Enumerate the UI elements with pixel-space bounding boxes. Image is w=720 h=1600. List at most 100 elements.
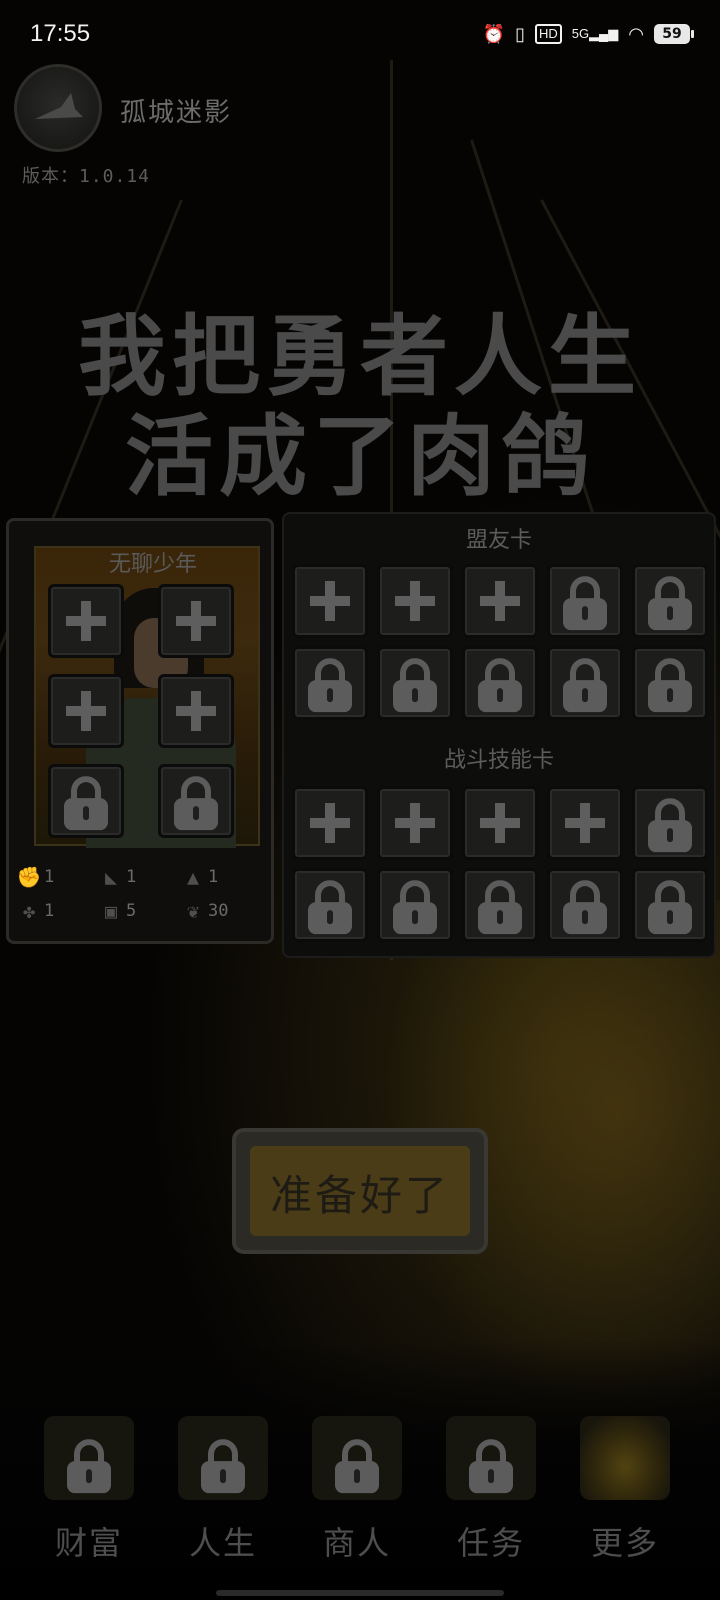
- stat-value: 1: [44, 867, 55, 887]
- alarm-icon: ⏰: [482, 24, 506, 44]
- ready-button[interactable]: 准备好了: [232, 1128, 488, 1254]
- lock-icon: [469, 1439, 513, 1494]
- lock-icon: [478, 880, 522, 935]
- plus-icon: [176, 601, 216, 641]
- plus-icon: [395, 803, 435, 843]
- status-bar: 17:55 ⏰ ▯ HD 5G▂▄▆ ◠ 59: [0, 0, 720, 70]
- skill-card-slot[interactable]: [462, 786, 538, 860]
- home-indicator[interactable]: [216, 1590, 504, 1596]
- plus-icon: [176, 691, 216, 731]
- character-slot[interactable]: [48, 764, 124, 838]
- lock-icon: [563, 576, 607, 631]
- lock-icon: [335, 1439, 379, 1494]
- wings-icon: ❦: [186, 899, 200, 923]
- nav-label: 任务: [456, 1524, 525, 1562]
- ally-card-slot[interactable]: [462, 646, 538, 720]
- lock-icon: [648, 658, 692, 713]
- plus-icon: [66, 691, 106, 731]
- lock-icon: [563, 880, 607, 935]
- character-stat: ❦ 30: [180, 899, 229, 923]
- nav-item-wealth[interactable]: 财富: [24, 1406, 154, 1586]
- bottom-nav: 财富 人生 商人 任务 更多: [0, 1406, 720, 1600]
- stat-value: 5: [126, 901, 137, 921]
- ally-card-slot[interactable]: [462, 564, 538, 638]
- plus-icon: [66, 601, 106, 641]
- character-slot[interactable]: [158, 674, 234, 748]
- nav-label: 财富: [54, 1524, 123, 1562]
- skill-card-slot[interactable]: [377, 786, 453, 860]
- character-name: 无聊少年: [108, 552, 197, 577]
- nav-label: 更多: [590, 1524, 659, 1562]
- ally-card-slot[interactable]: [632, 564, 708, 638]
- ally-card-slot[interactable]: [292, 564, 368, 638]
- plus-icon: [480, 803, 520, 843]
- battery-indicator: 59: [654, 24, 694, 44]
- stat-value: 1: [126, 867, 137, 887]
- version-label: 版本：1.0.14: [22, 166, 151, 187]
- nav-label: 人生: [188, 1524, 257, 1562]
- stat-value: 1: [44, 901, 55, 921]
- lock-icon: [64, 776, 108, 831]
- clover-icon: ✤: [22, 899, 36, 923]
- skill-card-slot[interactable]: [292, 868, 368, 942]
- vibrate-icon: ▯: [515, 24, 525, 44]
- character-slot[interactable]: [48, 584, 124, 658]
- ship-icon: [580, 1416, 670, 1500]
- character-stat: ▲ 1: [180, 866, 218, 888]
- nav-item-more[interactable]: 更多: [560, 1406, 690, 1586]
- nav-item-life[interactable]: 人生: [158, 1406, 288, 1586]
- character-stat: ✤ 1: [16, 900, 54, 922]
- plus-icon: [310, 803, 350, 843]
- character-slot[interactable]: [48, 674, 124, 748]
- ally-card-slot[interactable]: [292, 646, 368, 720]
- 5g-signal-icon: 5G▂▄▆: [571, 26, 619, 41]
- character-stat: ▣ 5: [98, 900, 136, 922]
- lock-icon: [393, 658, 437, 713]
- armor-icon: ▣: [104, 899, 118, 923]
- skill-card-slot[interactable]: [462, 868, 538, 942]
- status-time: 17:55: [30, 20, 91, 47]
- game-title: 孤城迷影: [120, 98, 233, 128]
- character-stat: ✊ 1: [16, 865, 55, 889]
- skill-cards-title: 战斗技能卡: [443, 748, 554, 773]
- plus-icon: [310, 581, 350, 621]
- fist-icon: ✊: [16, 865, 42, 889]
- hd-icon: HD: [534, 24, 562, 44]
- skill-card-slot[interactable]: [377, 868, 453, 942]
- lock-icon: [393, 880, 437, 935]
- ally-card-slot[interactable]: [377, 646, 453, 720]
- nav-item-merchant[interactable]: 商人: [292, 1406, 422, 1586]
- plus-icon: [565, 803, 605, 843]
- skill-card-slot[interactable]: [547, 786, 623, 860]
- lock-icon: [201, 1439, 245, 1494]
- lock-icon: [648, 880, 692, 935]
- skill-card-slot[interactable]: [547, 868, 623, 942]
- character-slot[interactable]: [158, 584, 234, 658]
- wolf-head-icon: [35, 93, 83, 119]
- lock-icon: [67, 1439, 111, 1494]
- plus-icon: [480, 581, 520, 621]
- ally-card-slot[interactable]: [377, 564, 453, 638]
- nav-item-tasks[interactable]: 任务: [426, 1406, 556, 1586]
- ally-card-slot[interactable]: [547, 646, 623, 720]
- headline-line-2: 活成了肉鸽: [124, 405, 595, 508]
- lock-icon: [648, 576, 692, 631]
- network-label: 5G: [571, 26, 590, 41]
- player-avatar[interactable]: [14, 64, 102, 152]
- skill-card-slot[interactable]: [292, 786, 368, 860]
- plus-icon: [395, 581, 435, 621]
- ally-card-slot[interactable]: [632, 646, 708, 720]
- character-stat: ◣ 1: [98, 866, 136, 888]
- stat-value: 30: [208, 901, 229, 921]
- skill-card-slot[interactable]: [632, 868, 708, 942]
- lock-icon: [174, 776, 218, 831]
- status-icons: ⏰ ▯ HD 5G▂▄▆ ◠ 59: [482, 20, 694, 48]
- ally-card-slot[interactable]: [547, 564, 623, 638]
- ally-cards-title: 盟友卡: [465, 528, 532, 553]
- lock-icon: [478, 658, 522, 713]
- lock-icon: [308, 880, 352, 935]
- character-slot[interactable]: [158, 764, 234, 838]
- lock-icon: [308, 658, 352, 713]
- skill-card-slot[interactable]: [632, 786, 708, 860]
- boot-icon: ◣: [104, 865, 118, 889]
